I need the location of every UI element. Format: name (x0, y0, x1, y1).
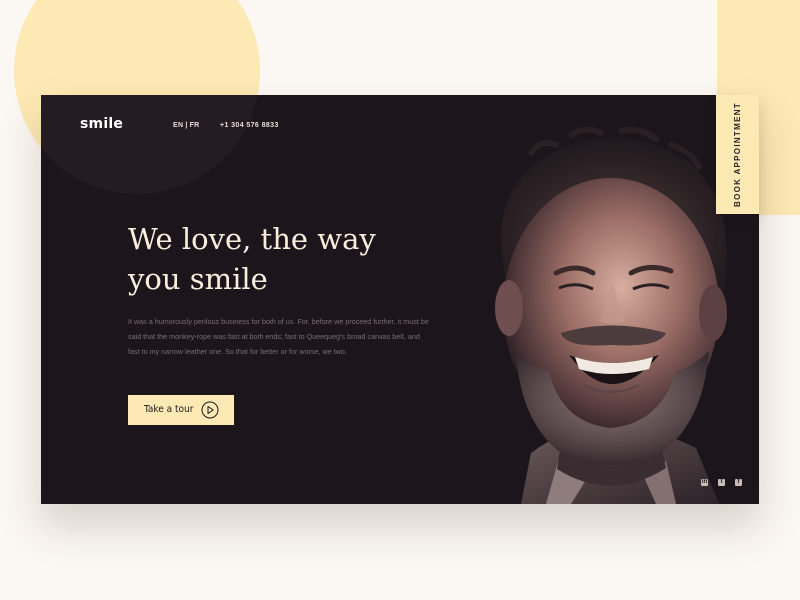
phone-number[interactable]: +1 304 576 8833 (220, 122, 279, 129)
play-icon (201, 401, 219, 419)
hero-card: smile EN | FR +1 304 576 8833 We love, the… (41, 95, 759, 504)
logo[interactable]: smile (80, 116, 123, 132)
tour-button-label: Take a tour (144, 404, 194, 415)
book-appointment-label: BOOK APPOINTMENT (733, 102, 743, 207)
twitter-icon[interactable]: t (718, 479, 725, 486)
take-a-tour-button[interactable]: Take a tour (128, 395, 234, 425)
hero-headline: We love, the way you smile (128, 219, 428, 299)
social-links: in t f (701, 479, 742, 486)
hero-description: It was a humorously perilous business fo… (128, 317, 429, 356)
facebook-icon[interactable]: f (735, 479, 742, 486)
headline-line-2: you smile (128, 262, 268, 296)
smiling-man-portrait (495, 126, 727, 504)
lang-separator: | (185, 122, 188, 129)
decorative-inner-circle (41, 95, 260, 194)
headline-line-1: We love, the way (128, 222, 376, 256)
lang-en-link[interactable]: EN (173, 122, 183, 129)
lang-fr-link[interactable]: FR (190, 122, 200, 129)
book-appointment-tab[interactable]: BOOK APPOINTMENT (716, 95, 759, 214)
language-switcher: EN | FR (173, 122, 200, 129)
linkedin-icon[interactable]: in (701, 479, 708, 486)
